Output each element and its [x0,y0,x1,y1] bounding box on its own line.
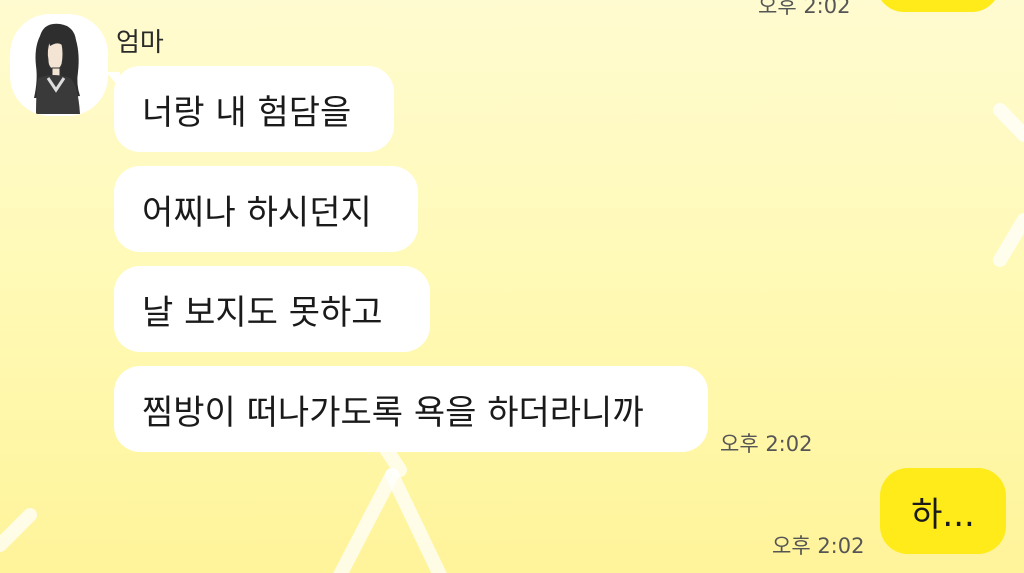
incoming-message-bubble[interactable]: 찜방이 떠나가도록 욕을 하더라니까 [114,366,708,452]
sender-avatar[interactable] [10,14,108,116]
previous-outgoing-bubble[interactable] [876,0,1000,12]
incoming-message-time: 오후 2:02 [720,432,813,456]
woman-portrait-icon [34,23,80,114]
sender-name: 엄마 [116,28,164,58]
previous-message-time: 오후 2:02 [758,0,851,18]
outgoing-message-bubble[interactable]: 하... [880,468,1006,554]
incoming-message-bubble[interactable]: 너랑 내 험담을 [106,66,394,152]
outgoing-message-time: 오후 2:02 [772,534,865,558]
incoming-message-bubble[interactable]: 어찌나 하시던지 [114,166,418,252]
incoming-message-bubble[interactable]: 날 보지도 못하고 [114,266,430,352]
